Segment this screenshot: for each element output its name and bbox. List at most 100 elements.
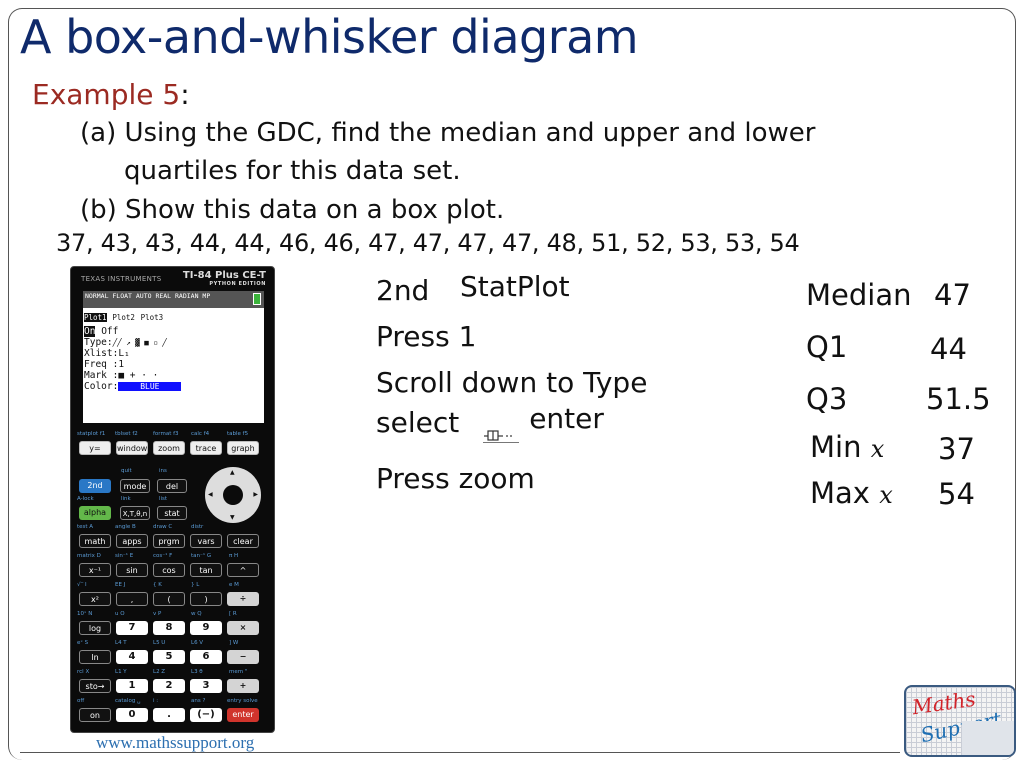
list-label: list [159, 496, 168, 502]
website-link[interactable]: www.mathssupport.org [96, 733, 254, 753]
label-row-5: eˣ S L4 T L5 U L6 V ] W [77, 640, 268, 649]
arrow-left-icon: ◀ [208, 491, 213, 498]
key-mode: mode [120, 479, 150, 493]
alt-label: L5 U [153, 640, 166, 646]
status-text: NORMAL FLOAT AUTO REAL RADIAN MP [85, 292, 211, 300]
key-multiply: × [227, 621, 259, 635]
min-text: Min [810, 430, 862, 464]
key-apps: apps [116, 534, 148, 548]
mark-options: ■ + · · [118, 370, 159, 381]
dpad-center [223, 485, 243, 505]
on-off-row: On Off [83, 326, 264, 337]
q3-label: Q3 [806, 382, 848, 416]
mark-label: Mark : [84, 370, 119, 381]
key-vars: vars [190, 534, 222, 548]
key-clear: clear [227, 534, 259, 548]
freq-row: Freq :1 [84, 359, 125, 370]
calculator-model: TI-84 Plus CE-T PYTHON EDITION [183, 270, 266, 287]
key-cos: cos [153, 563, 185, 577]
alt-label: π H [229, 553, 239, 559]
max-value: 54 [938, 477, 975, 511]
alt-label: off [77, 698, 85, 704]
example-heading: Example 5: [32, 78, 190, 111]
slide-title: A box-and-whisker diagram [20, 10, 639, 64]
key-2nd: 2nd [79, 479, 111, 493]
key-2: 2 [153, 679, 185, 693]
key-decimal: . [153, 708, 185, 722]
plot-tab-3: Plot3 [140, 313, 164, 322]
alt-label: w Q [191, 611, 202, 617]
arrow-up-icon: ▲ [230, 469, 235, 476]
quit-label: quit [121, 468, 132, 474]
key-tan: tan [190, 563, 222, 577]
battery-icon [253, 293, 261, 305]
key-inverse: x⁻¹ [79, 563, 111, 577]
key-enter: enter [227, 708, 259, 722]
min-value: 37 [938, 432, 975, 466]
key-minus: − [227, 650, 259, 664]
key-7: 7 [116, 621, 148, 635]
status-bar: NORMAL FLOAT AUTO REAL RADIAN MP [83, 291, 264, 308]
key-log: log [79, 621, 111, 635]
label-row-4: 10ˣ N u O v P w Q [ R [77, 611, 268, 620]
alt-label: cos⁻¹ F [153, 553, 173, 559]
key-sto: sto→ [79, 679, 111, 693]
instruction-enter: enter [529, 402, 604, 435]
key-on: on [79, 708, 111, 722]
median-label: Median [806, 278, 912, 312]
alt-label: matrix D [77, 553, 101, 559]
boxplot-type-icon [483, 417, 520, 443]
label-row-2: matrix D sin⁻¹ E cos⁻¹ F tan⁻¹ G π H [77, 553, 268, 562]
alt-label: sin⁻¹ E [115, 553, 134, 559]
alt-label: test A [77, 524, 94, 530]
key-graph: graph [227, 441, 259, 455]
alt-label: eˣ S [77, 640, 89, 646]
key-stat: stat [157, 506, 187, 520]
alt-label: u O [115, 611, 125, 617]
key-8: 8 [153, 621, 185, 635]
alt-label: ans ? [191, 698, 206, 704]
alt-label: L3 θ [191, 669, 203, 675]
key-5: 5 [153, 650, 185, 664]
key-0: 0 [116, 708, 148, 722]
fn-labels: statplot f1 tblset f2 format f3 calc f4 … [77, 431, 268, 440]
key-rparen: ) [190, 592, 222, 606]
key-y-equals: y= [79, 441, 111, 455]
alt-label: i : [153, 698, 159, 704]
plot-tabs: Plot1 Plot2 Plot3 [83, 312, 264, 323]
key-caret: ^ [227, 563, 259, 577]
instruction-2nd: 2nd [376, 274, 430, 307]
instruction-select-row: select enter [376, 402, 604, 443]
plot-tab-2: Plot2 [112, 313, 135, 322]
key-trace: trace [190, 441, 222, 455]
geometry-tools-icon [962, 721, 1014, 755]
key-square: x² [79, 592, 111, 606]
question-a-line2: quartiles for this data set. [124, 156, 461, 186]
instruction-statplot: StatPlot [460, 270, 570, 303]
label-row-1: test A angle B draw C distr [77, 524, 268, 533]
question-a-line1: (a) Using the GDC, find the median and u… [80, 118, 816, 148]
alt-label: EE J [115, 582, 126, 588]
min-label: Min x [810, 430, 884, 464]
label-row-7: off catalog ␣ i : ans ? entry solve [77, 698, 268, 707]
key-zoom: zoom [153, 441, 185, 455]
alt-label: distr [191, 524, 204, 530]
key-math: math [79, 534, 111, 548]
color-value: BLUE [118, 382, 182, 391]
key-4: 4 [116, 650, 148, 664]
alt-label: rcl X [77, 669, 90, 675]
key-ln: ln [79, 650, 111, 664]
key-del: del [157, 479, 187, 493]
alt-label: draw C [153, 524, 173, 530]
key-3: 3 [190, 679, 222, 693]
fn-label: calc f4 [191, 431, 210, 437]
key-9: 9 [190, 621, 222, 635]
off-option: Off [101, 326, 119, 337]
max-text: Max [810, 476, 870, 510]
instruction-select: select [376, 406, 460, 439]
instruction-scroll: Scroll down to Type [376, 366, 648, 399]
fn-label: format f3 [153, 431, 179, 437]
model-edition: PYTHON EDITION [209, 281, 266, 287]
model-name: TI-84 Plus CE-T [182, 270, 266, 281]
alt-label: L2 Z [153, 669, 166, 675]
